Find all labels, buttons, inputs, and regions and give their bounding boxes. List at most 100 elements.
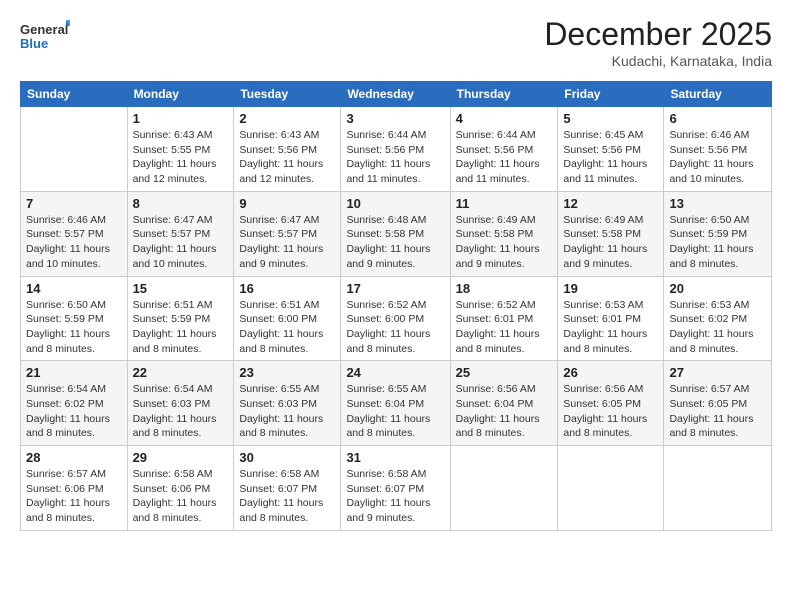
calendar: Sunday Monday Tuesday Wednesday Thursday… [20, 81, 772, 531]
day-info: Sunrise: 6:53 AMSunset: 6:02 PMDaylight:… [669, 298, 766, 357]
day-info: Sunrise: 6:58 AMSunset: 6:07 PMDaylight:… [346, 467, 444, 526]
calendar-cell: 19 Sunrise: 6:53 AMSunset: 6:01 PMDaylig… [558, 276, 664, 361]
calendar-cell: 8 Sunrise: 6:47 AMSunset: 5:57 PMDayligh… [127, 191, 234, 276]
calendar-cell [664, 446, 772, 531]
day-number: 29 [133, 450, 229, 465]
day-number: 4 [456, 111, 553, 126]
calendar-cell: 2 Sunrise: 6:43 AMSunset: 5:56 PMDayligh… [234, 107, 341, 192]
calendar-cell: 20 Sunrise: 6:53 AMSunset: 6:02 PMDaylig… [664, 276, 772, 361]
calendar-cell [21, 107, 128, 192]
calendar-cell: 25 Sunrise: 6:56 AMSunset: 6:04 PMDaylig… [450, 361, 558, 446]
day-info: Sunrise: 6:51 AMSunset: 5:59 PMDaylight:… [133, 298, 229, 357]
calendar-week-5: 28 Sunrise: 6:57 AMSunset: 6:06 PMDaylig… [21, 446, 772, 531]
day-info: Sunrise: 6:57 AMSunset: 6:06 PMDaylight:… [26, 467, 122, 526]
weekday-header-row: Sunday Monday Tuesday Wednesday Thursday… [21, 82, 772, 107]
day-info: Sunrise: 6:43 AMSunset: 5:56 PMDaylight:… [239, 128, 335, 187]
day-info: Sunrise: 6:45 AMSunset: 5:56 PMDaylight:… [563, 128, 658, 187]
day-number: 17 [346, 281, 444, 296]
calendar-cell: 18 Sunrise: 6:52 AMSunset: 6:01 PMDaylig… [450, 276, 558, 361]
logo: General Blue [20, 16, 70, 58]
svg-text:Blue: Blue [20, 36, 48, 51]
day-number: 26 [563, 365, 658, 380]
calendar-cell: 23 Sunrise: 6:55 AMSunset: 6:03 PMDaylig… [234, 361, 341, 446]
day-info: Sunrise: 6:44 AMSunset: 5:56 PMDaylight:… [456, 128, 553, 187]
day-info: Sunrise: 6:52 AMSunset: 6:01 PMDaylight:… [456, 298, 553, 357]
calendar-cell: 27 Sunrise: 6:57 AMSunset: 6:05 PMDaylig… [664, 361, 772, 446]
day-number: 3 [346, 111, 444, 126]
header-friday: Friday [558, 82, 664, 107]
day-number: 10 [346, 196, 444, 211]
calendar-cell: 12 Sunrise: 6:49 AMSunset: 5:58 PMDaylig… [558, 191, 664, 276]
header-tuesday: Tuesday [234, 82, 341, 107]
day-number: 15 [133, 281, 229, 296]
header-wednesday: Wednesday [341, 82, 450, 107]
day-info: Sunrise: 6:49 AMSunset: 5:58 PMDaylight:… [563, 213, 658, 272]
calendar-cell: 7 Sunrise: 6:46 AMSunset: 5:57 PMDayligh… [21, 191, 128, 276]
day-info: Sunrise: 6:48 AMSunset: 5:58 PMDaylight:… [346, 213, 444, 272]
calendar-cell: 31 Sunrise: 6:58 AMSunset: 6:07 PMDaylig… [341, 446, 450, 531]
calendar-cell: 6 Sunrise: 6:46 AMSunset: 5:56 PMDayligh… [664, 107, 772, 192]
calendar-cell: 21 Sunrise: 6:54 AMSunset: 6:02 PMDaylig… [21, 361, 128, 446]
day-number: 5 [563, 111, 658, 126]
calendar-cell: 14 Sunrise: 6:50 AMSunset: 5:59 PMDaylig… [21, 276, 128, 361]
calendar-cell: 4 Sunrise: 6:44 AMSunset: 5:56 PMDayligh… [450, 107, 558, 192]
day-number: 13 [669, 196, 766, 211]
day-info: Sunrise: 6:52 AMSunset: 6:00 PMDaylight:… [346, 298, 444, 357]
calendar-cell: 10 Sunrise: 6:48 AMSunset: 5:58 PMDaylig… [341, 191, 450, 276]
day-info: Sunrise: 6:55 AMSunset: 6:03 PMDaylight:… [239, 382, 335, 441]
day-number: 7 [26, 196, 122, 211]
day-info: Sunrise: 6:47 AMSunset: 5:57 PMDaylight:… [133, 213, 229, 272]
calendar-cell: 17 Sunrise: 6:52 AMSunset: 6:00 PMDaylig… [341, 276, 450, 361]
day-info: Sunrise: 6:54 AMSunset: 6:03 PMDaylight:… [133, 382, 229, 441]
calendar-cell: 29 Sunrise: 6:58 AMSunset: 6:06 PMDaylig… [127, 446, 234, 531]
calendar-week-2: 7 Sunrise: 6:46 AMSunset: 5:57 PMDayligh… [21, 191, 772, 276]
calendar-cell: 16 Sunrise: 6:51 AMSunset: 6:00 PMDaylig… [234, 276, 341, 361]
calendar-cell: 9 Sunrise: 6:47 AMSunset: 5:57 PMDayligh… [234, 191, 341, 276]
page: General Blue December 2025 Kudachi, Karn… [0, 0, 792, 612]
calendar-cell: 22 Sunrise: 6:54 AMSunset: 6:03 PMDaylig… [127, 361, 234, 446]
day-info: Sunrise: 6:50 AMSunset: 5:59 PMDaylight:… [26, 298, 122, 357]
day-number: 18 [456, 281, 553, 296]
calendar-cell: 11 Sunrise: 6:49 AMSunset: 5:58 PMDaylig… [450, 191, 558, 276]
day-number: 22 [133, 365, 229, 380]
day-number: 19 [563, 281, 658, 296]
day-number: 1 [133, 111, 229, 126]
calendar-cell: 26 Sunrise: 6:56 AMSunset: 6:05 PMDaylig… [558, 361, 664, 446]
calendar-cell: 3 Sunrise: 6:44 AMSunset: 5:56 PMDayligh… [341, 107, 450, 192]
day-info: Sunrise: 6:53 AMSunset: 6:01 PMDaylight:… [563, 298, 658, 357]
calendar-cell: 5 Sunrise: 6:45 AMSunset: 5:56 PMDayligh… [558, 107, 664, 192]
day-info: Sunrise: 6:57 AMSunset: 6:05 PMDaylight:… [669, 382, 766, 441]
day-number: 28 [26, 450, 122, 465]
header-thursday: Thursday [450, 82, 558, 107]
day-info: Sunrise: 6:50 AMSunset: 5:59 PMDaylight:… [669, 213, 766, 272]
day-number: 14 [26, 281, 122, 296]
day-info: Sunrise: 6:46 AMSunset: 5:57 PMDaylight:… [26, 213, 122, 272]
header-monday: Monday [127, 82, 234, 107]
calendar-week-1: 1 Sunrise: 6:43 AMSunset: 5:55 PMDayligh… [21, 107, 772, 192]
day-info: Sunrise: 6:55 AMSunset: 6:04 PMDaylight:… [346, 382, 444, 441]
day-info: Sunrise: 6:44 AMSunset: 5:56 PMDaylight:… [346, 128, 444, 187]
calendar-cell: 13 Sunrise: 6:50 AMSunset: 5:59 PMDaylig… [664, 191, 772, 276]
day-info: Sunrise: 6:54 AMSunset: 6:02 PMDaylight:… [26, 382, 122, 441]
day-info: Sunrise: 6:58 AMSunset: 6:06 PMDaylight:… [133, 467, 229, 526]
day-number: 31 [346, 450, 444, 465]
calendar-cell: 28 Sunrise: 6:57 AMSunset: 6:06 PMDaylig… [21, 446, 128, 531]
calendar-cell: 24 Sunrise: 6:55 AMSunset: 6:04 PMDaylig… [341, 361, 450, 446]
day-number: 21 [26, 365, 122, 380]
location: Kudachi, Karnataka, India [544, 53, 772, 69]
day-number: 23 [239, 365, 335, 380]
header: General Blue December 2025 Kudachi, Karn… [20, 16, 772, 69]
calendar-week-3: 14 Sunrise: 6:50 AMSunset: 5:59 PMDaylig… [21, 276, 772, 361]
day-info: Sunrise: 6:49 AMSunset: 5:58 PMDaylight:… [456, 213, 553, 272]
day-info: Sunrise: 6:47 AMSunset: 5:57 PMDaylight:… [239, 213, 335, 272]
day-number: 27 [669, 365, 766, 380]
day-number: 24 [346, 365, 444, 380]
calendar-cell [450, 446, 558, 531]
calendar-cell [558, 446, 664, 531]
day-info: Sunrise: 6:46 AMSunset: 5:56 PMDaylight:… [669, 128, 766, 187]
day-number: 20 [669, 281, 766, 296]
day-info: Sunrise: 6:56 AMSunset: 6:04 PMDaylight:… [456, 382, 553, 441]
calendar-cell: 30 Sunrise: 6:58 AMSunset: 6:07 PMDaylig… [234, 446, 341, 531]
day-info: Sunrise: 6:56 AMSunset: 6:05 PMDaylight:… [563, 382, 658, 441]
logo-svg: General Blue [20, 16, 70, 58]
